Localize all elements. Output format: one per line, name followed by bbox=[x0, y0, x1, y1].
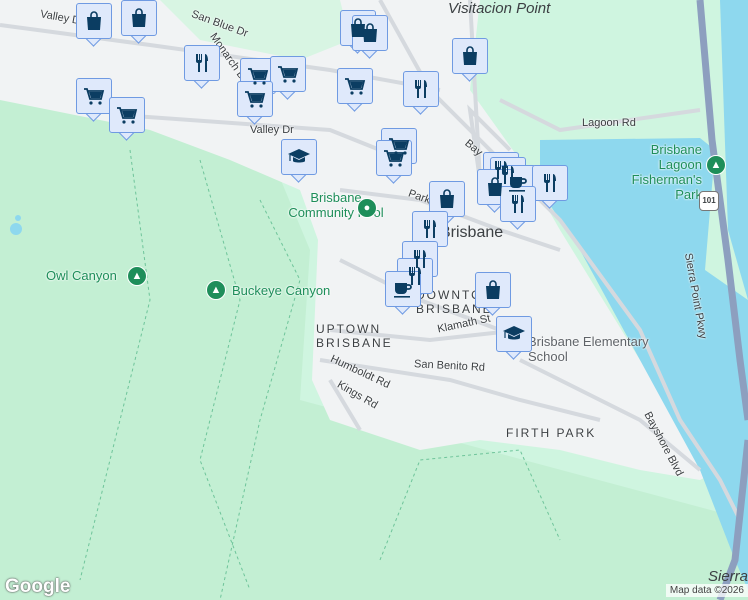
shopping-icon bbox=[132, 8, 146, 27]
marker-box bbox=[76, 3, 112, 39]
marker-box bbox=[500, 186, 536, 222]
restaurant-icon bbox=[544, 174, 556, 192]
pool-icon: ● bbox=[357, 198, 377, 218]
park-icon: ▲ bbox=[706, 155, 726, 175]
road-lagoon: Lagoon Rd bbox=[582, 117, 636, 129]
park-icon: ▲ bbox=[206, 280, 226, 300]
marker-box bbox=[109, 97, 145, 133]
marker-grocery[interactable] bbox=[337, 68, 373, 112]
marker-shopping[interactable] bbox=[452, 38, 488, 82]
grocery-icon bbox=[345, 78, 366, 95]
marker-restaurant[interactable] bbox=[184, 45, 220, 89]
shopping-icon bbox=[463, 46, 477, 65]
marker-school[interactable] bbox=[496, 316, 532, 360]
grocery-icon bbox=[278, 66, 299, 83]
shopping-icon bbox=[87, 11, 101, 30]
marker-box bbox=[281, 139, 317, 175]
place-visitacion-point: Visitacion Point bbox=[448, 0, 551, 17]
marker-box bbox=[184, 45, 220, 81]
grocery-icon bbox=[117, 107, 138, 124]
marker-restaurant[interactable] bbox=[500, 186, 536, 230]
shopping-icon bbox=[363, 23, 377, 42]
highway-101-shield: 101 bbox=[699, 191, 719, 211]
marker-restaurant[interactable] bbox=[403, 71, 439, 115]
poi-buckeye-canyon[interactable]: Buckeye Canyon bbox=[232, 283, 330, 298]
shopping-icon bbox=[440, 189, 454, 208]
restaurant-icon bbox=[196, 54, 208, 72]
marker-shopping[interactable] bbox=[352, 15, 388, 59]
restaurant-icon bbox=[424, 220, 436, 238]
poi-lagoon-park[interactable]: Brisbane Lagoon Fisherman's Park bbox=[622, 142, 702, 202]
school-icon bbox=[288, 149, 310, 163]
marker-grocery[interactable] bbox=[109, 97, 145, 141]
marker-grocery[interactable] bbox=[270, 56, 306, 100]
map-canvas[interactable] bbox=[0, 0, 748, 600]
marker-box bbox=[496, 316, 532, 352]
park-icon: ▲ bbox=[127, 266, 147, 286]
place-sierra: Sierra bbox=[707, 568, 748, 585]
marker-school[interactable] bbox=[281, 139, 317, 183]
poi-owl-canyon[interactable]: Owl Canyon bbox=[46, 268, 117, 283]
marker-shopping[interactable] bbox=[76, 3, 112, 47]
marker-box bbox=[352, 15, 388, 51]
poi-school[interactable]: Brisbane Elementary School bbox=[528, 334, 658, 364]
restaurant-icon bbox=[512, 195, 524, 213]
shopping-icon bbox=[486, 280, 500, 299]
area-firth-park: FIRTH PARK bbox=[506, 426, 597, 440]
school-icon bbox=[503, 326, 525, 340]
grocery-icon bbox=[248, 68, 269, 85]
marker-box bbox=[337, 68, 373, 104]
grocery-icon bbox=[384, 150, 405, 167]
shopping-icon bbox=[488, 177, 502, 196]
place-brisbane: Brisbane bbox=[440, 224, 504, 241]
area-uptown: UPTOWN BRISBANE bbox=[316, 322, 393, 350]
marker-box bbox=[121, 0, 157, 36]
marker-box bbox=[403, 71, 439, 107]
grocery-icon bbox=[84, 88, 105, 105]
marker-box bbox=[76, 78, 112, 114]
marker-box bbox=[475, 272, 511, 308]
grocery-icon bbox=[245, 91, 266, 108]
map-attribution[interactable]: Map data ©2026 bbox=[665, 584, 748, 597]
cafe-icon bbox=[394, 283, 412, 298]
marker-box bbox=[452, 38, 488, 74]
restaurant-icon bbox=[415, 80, 427, 98]
marker-restaurant[interactable] bbox=[532, 165, 568, 209]
google-logo[interactable]: Google bbox=[5, 576, 70, 598]
road-valley-dr-2: Valley Dr bbox=[250, 124, 294, 136]
marker-grocery[interactable] bbox=[76, 78, 112, 122]
marker-box bbox=[270, 56, 306, 92]
marker-shopping[interactable] bbox=[475, 272, 511, 316]
marker-shopping[interactable] bbox=[121, 0, 157, 44]
marker-box bbox=[532, 165, 568, 201]
